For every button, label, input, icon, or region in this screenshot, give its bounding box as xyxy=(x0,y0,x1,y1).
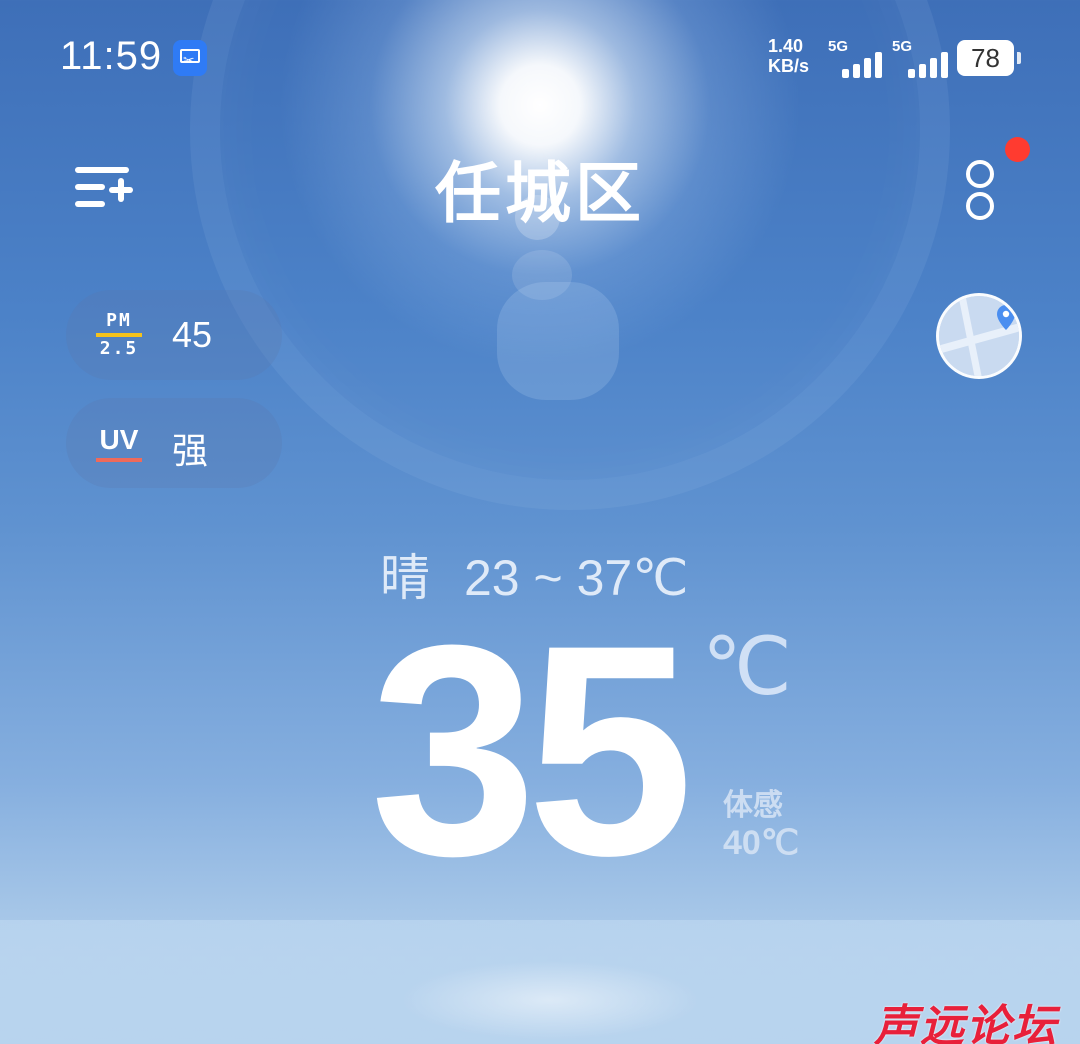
current-temperature: 35 xyxy=(370,582,694,918)
notification-dot xyxy=(1005,137,1030,162)
uv-icon: UV xyxy=(96,424,142,462)
network-speed-unit: KB/s xyxy=(768,56,810,76)
sun-halo xyxy=(190,0,950,510)
more-options-icon[interactable] xyxy=(960,158,1000,222)
map-location-icon[interactable] xyxy=(936,293,1022,379)
network-speed: 1.40 KB/s xyxy=(768,36,809,76)
sea-glint xyxy=(400,960,700,1040)
screen-capture-icon xyxy=(173,40,207,76)
uv-chip[interactable]: UV 强 xyxy=(66,398,282,488)
uv-value: 强 xyxy=(172,430,209,471)
network-speed-value: 1.40 xyxy=(768,36,804,56)
city-title[interactable]: 任城区 xyxy=(0,140,1080,236)
pm25-chip[interactable]: PM 2.5 45 xyxy=(66,290,282,380)
feels-like-label: 体感 xyxy=(723,788,783,823)
pm25-value: 45 xyxy=(172,314,213,355)
battery-indicator: 78 xyxy=(957,40,1021,76)
lens-flare xyxy=(497,282,619,400)
pm-label-top: PM xyxy=(106,310,132,331)
uv-label: UV xyxy=(99,424,139,455)
pm-label-bottom: 2.5 xyxy=(99,338,139,359)
forum-watermark: 声远论坛 xyxy=(874,1001,1058,1044)
lens-flare xyxy=(512,250,572,300)
pm25-icon: PM 2.5 xyxy=(96,310,142,360)
temperature-unit: ℃ xyxy=(702,622,792,711)
status-time: 11:59 xyxy=(60,34,163,78)
feels-like-value: 40℃ xyxy=(723,824,800,862)
